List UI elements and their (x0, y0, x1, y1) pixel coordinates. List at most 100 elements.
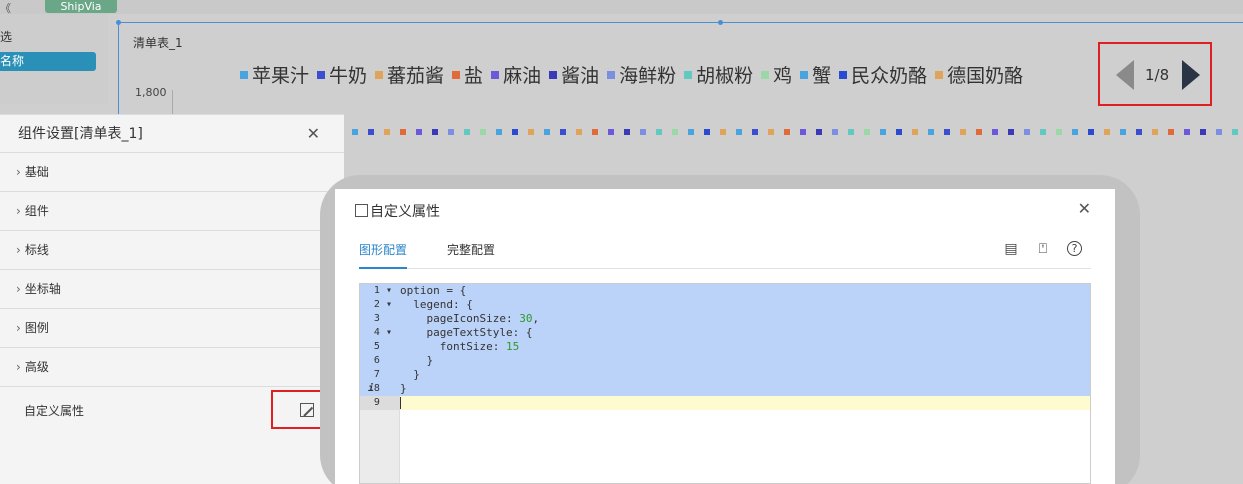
series-marker (848, 129, 854, 135)
series-marker (464, 129, 470, 135)
code-line-active (400, 396, 1090, 410)
series-marker (864, 129, 870, 135)
code-area[interactable]: option = { legend: { pageIconSize: 30, p… (400, 284, 1090, 483)
legend-label: 牛奶 (329, 65, 368, 87)
format-icon[interactable]: ▤ (1003, 241, 1019, 257)
settings-row-markline[interactable]: › 标线 (0, 231, 344, 270)
info-icon: i (368, 383, 375, 394)
legend-item[interactable]: 蕃茄酱 (375, 62, 444, 90)
settings-title: 组件设置[清单表_1] (18, 126, 143, 142)
code-line: fontSize: 15 (400, 340, 1090, 354)
legend-item[interactable]: 蟹 (800, 62, 831, 90)
chevron-right-icon: › (16, 360, 21, 374)
line-number: i8 (360, 382, 400, 396)
top-strip (0, 0, 1243, 14)
series-marker (352, 129, 358, 135)
series-marker (400, 129, 406, 135)
series-marker (1136, 129, 1142, 135)
close-icon[interactable]: ✕ (1078, 199, 1091, 218)
series-marker (800, 129, 806, 135)
settings-row-label: 基础 (24, 165, 49, 179)
custom-properties-dialog: 自定义属性 ✕ 图形配置 完整配置 ▤ ⍞ ? 1 ▾ 2 ▾ 3 4 ▾ 5 … (335, 189, 1115, 484)
legend-item[interactable]: 麻油 (491, 62, 541, 90)
series-marker (512, 129, 518, 135)
series-marker (544, 129, 550, 135)
settings-row-component[interactable]: › 组件 (0, 192, 344, 231)
legend-label: 盐 (464, 65, 484, 87)
edit-icon (355, 204, 368, 217)
tab-full-config[interactable]: 完整配置 (447, 241, 495, 269)
settings-row-label: 坐标轴 (24, 282, 61, 296)
series-marker (1216, 129, 1222, 135)
settings-row-label: 标线 (24, 243, 49, 257)
legend-item[interactable]: 胡椒粉 (684, 62, 753, 90)
series-marker (480, 129, 486, 135)
chart-title: 清单表_1 (133, 36, 183, 50)
series-marker (1232, 129, 1238, 135)
legend-pager-highlight: 1/8 (1098, 42, 1212, 106)
settings-row-label: 图例 (24, 321, 49, 335)
line-number: 5 (360, 340, 400, 354)
legend-swatch (607, 70, 616, 79)
settings-row-basic[interactable]: › 基础 (0, 153, 344, 192)
clipboard-icon[interactable]: ⍞ (1035, 241, 1051, 257)
line-number: 3 (360, 312, 400, 326)
legend-item[interactable]: 海鲜粉 (607, 62, 676, 90)
legend-item[interactable]: 苹果汁 (240, 62, 309, 90)
settings-row-label: 组件 (24, 204, 49, 218)
legend-swatch (935, 70, 944, 79)
edit-icon[interactable] (300, 403, 314, 417)
series-marker (576, 129, 582, 135)
series-marker (416, 129, 422, 135)
series-marker (656, 129, 662, 135)
legend-swatch (549, 70, 558, 79)
line-number: 9 (360, 396, 400, 410)
series-marker (960, 129, 966, 135)
series-marker (1104, 129, 1110, 135)
series-marker (1040, 129, 1046, 135)
legend-item[interactable]: 鸡 (761, 62, 792, 90)
line-number: 1 ▾ (360, 284, 400, 298)
settings-header: 组件设置[清单表_1] ✕ (0, 115, 344, 153)
code-editor[interactable]: 1 ▾ 2 ▾ 3 4 ▾ 5 6 7 i8 9 option = { lege… (359, 283, 1091, 484)
series-marker (688, 129, 694, 135)
shipvia-tag[interactable]: ShipVia (45, 0, 117, 13)
legend-next-page-icon[interactable] (1182, 60, 1200, 90)
settings-row-advanced[interactable]: › 高级 (0, 348, 344, 387)
legend-item[interactable]: 盐 (452, 62, 483, 90)
legend-item[interactable]: 德国奶酪 (935, 62, 1023, 90)
settings-row-axis[interactable]: › 坐标轴 (0, 270, 344, 309)
legend-label: 德国奶酪 (947, 65, 1024, 87)
resize-handle[interactable] (116, 20, 121, 25)
series-marker (720, 129, 726, 135)
series-marker (384, 129, 390, 135)
series-marker (1088, 129, 1094, 135)
close-icon[interactable]: ✕ (307, 115, 320, 153)
series-marker (368, 129, 374, 135)
settings-row-legend[interactable]: › 图例 (0, 309, 344, 348)
legend-swatch (452, 70, 461, 79)
tab-graphic-config[interactable]: 图形配置 (359, 241, 408, 269)
line-number: 4 ▾ (360, 326, 400, 340)
resize-handle[interactable] (718, 20, 723, 25)
help-icon[interactable]: ? (1067, 241, 1082, 256)
series-marker (816, 129, 822, 135)
legend-label: 蕃茄酱 (387, 65, 445, 87)
chevron-right-icon: › (16, 282, 21, 296)
series-marker (1184, 129, 1190, 135)
series-marker (592, 129, 598, 135)
legend-item[interactable]: 民众奶酪 (839, 62, 927, 90)
series-marker (608, 129, 614, 135)
left-field-pill[interactable]: 名称 (0, 52, 96, 71)
series-marker (768, 129, 774, 135)
legend-item[interactable]: 牛奶 (317, 62, 367, 90)
legend-item[interactable]: 酱油 (549, 62, 599, 90)
line-number: 7 (360, 368, 400, 382)
legend-swatch (317, 70, 326, 79)
series-marker (752, 129, 758, 135)
legend-label: 海鲜粉 (619, 65, 677, 87)
series-marker (432, 129, 438, 135)
series-marker (624, 129, 630, 135)
legend-swatch (491, 70, 500, 79)
legend-prev-page-icon[interactable] (1116, 60, 1134, 90)
